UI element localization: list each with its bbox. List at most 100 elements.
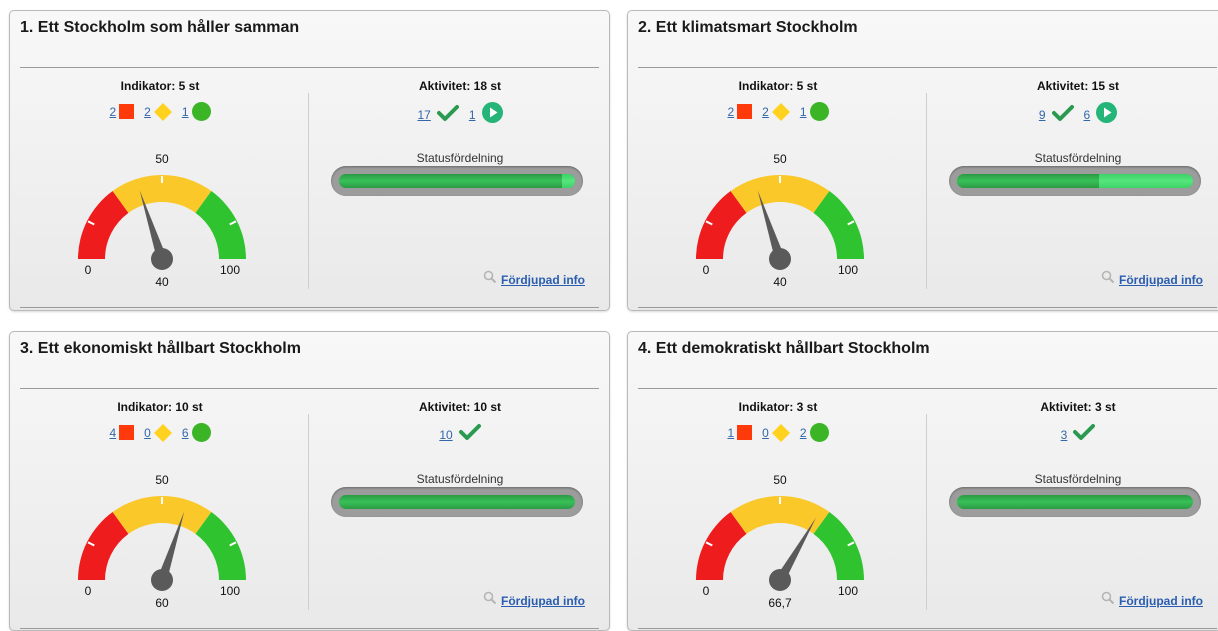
gauge-mid-label: 50: [155, 152, 169, 166]
gauge-value-label: 60: [155, 596, 169, 610]
red-square-icon: [119, 425, 135, 440]
panel-title: 3. Ett ekonomiskt hållbart Stockholm: [20, 340, 301, 357]
indicator-red-group: 2: [109, 104, 135, 119]
indicator-yellow-count-link[interactable]: 2: [762, 105, 769, 119]
indicator-green-count-link[interactable]: 6: [182, 426, 189, 440]
check-icon: [458, 423, 481, 446]
gauge-mid-label: 50: [773, 152, 787, 166]
activity-count-link[interactable]: 10: [439, 428, 452, 442]
activity-status-row: 96: [978, 102, 1178, 128]
status-distribution-bar: [331, 487, 583, 517]
gauge-value-label: 66,7: [768, 596, 792, 610]
goal-panel: 4. Ett demokratiskt hållbart Stockholm In…: [627, 331, 1218, 631]
activity-status-row: 17 1: [360, 102, 560, 128]
yellow-diamond-icon: [153, 423, 172, 442]
gauge-min-label: 0: [703, 584, 710, 598]
status-bar-track: [957, 174, 1193, 188]
more-info-link[interactable]: Fördjupad info: [1119, 273, 1203, 287]
status-distribution-label: Statusfördelning: [1034, 472, 1122, 486]
panel-title: 2. Ett klimatsmart Stockholm: [638, 19, 858, 36]
goal-panel: 3. Ett ekonomiskt hållbart Stockholm Indi…: [9, 331, 610, 631]
indicator-green-count-link[interactable]: 2: [800, 426, 807, 440]
panel-title: 4. Ett demokratiskt hållbart Stockholm: [638, 340, 930, 357]
score-gauge: 50 0 100 40: [696, 152, 864, 289]
goal-panel: 2. Ett klimatsmart Stockholm Indikator: 5…: [627, 10, 1218, 311]
indicator-yellow-count-link[interactable]: 0: [762, 426, 769, 440]
status-distribution-bar: [949, 166, 1201, 196]
gauge-hub: [769, 569, 791, 591]
status-done-segment: [339, 495, 575, 509]
activity-count-label: Aktivitet: 3 st: [1040, 400, 1116, 414]
activity-count-link[interactable]: 6: [1084, 108, 1091, 122]
check-icon: [1051, 104, 1074, 127]
divider: [638, 307, 1217, 308]
more-info-link-wrap: Fördjupad info: [1101, 270, 1203, 289]
activity-count-label: Aktivitet: 15 st: [1036, 79, 1120, 93]
indicator-green-group: 2: [800, 423, 829, 442]
indicator-yellow-group: 0: [144, 423, 172, 442]
check-icon: [436, 104, 459, 127]
indicator-yellow-count-link[interactable]: 0: [144, 426, 151, 440]
indicator-green-group: 1: [182, 102, 211, 121]
indicator-status-row: 2 2 1: [70, 102, 250, 121]
magnifier-icon: [1101, 591, 1115, 610]
indicator-red-count-link[interactable]: 1: [727, 426, 734, 440]
activity-count-link[interactable]: 9: [1039, 108, 1046, 122]
status-done-segment: [957, 495, 1193, 509]
divider: [20, 388, 599, 389]
indicator-yellow-group: 0: [762, 423, 790, 442]
panel-title: 1. Ett Stockholm som håller samman: [20, 19, 300, 36]
indicator-red-group: 1: [727, 425, 753, 440]
indicator-red-group: 4: [109, 425, 135, 440]
activity-count-link[interactable]: 1: [469, 108, 476, 122]
more-info-link-wrap: Fördjupad info: [483, 270, 585, 289]
status-distribution-bar: [331, 166, 583, 196]
indicator-red-count-link[interactable]: 2: [727, 105, 734, 119]
status-distribution-bar: [949, 487, 1201, 517]
activity-status-group: 17: [417, 104, 459, 127]
activity-count-link[interactable]: 17: [417, 108, 430, 122]
indicator-status-row: 4 0 6: [70, 423, 250, 442]
column-divider: [308, 414, 309, 610]
indicator-green-count-link[interactable]: 1: [800, 105, 807, 119]
status-distribution-label: Statusfördelning: [416, 151, 504, 165]
activity-count-link[interactable]: 3: [1061, 428, 1068, 442]
green-circle-icon: [809, 423, 829, 442]
indicator-green-count-link[interactable]: 1: [182, 105, 189, 119]
more-info-link[interactable]: Fördjupad info: [501, 273, 585, 287]
divider: [20, 628, 599, 629]
divider: [638, 628, 1217, 629]
more-info-link-wrap: Fördjupad info: [1101, 591, 1203, 610]
score-gauge: 50 0 100 60: [78, 473, 246, 610]
more-info-link-wrap: Fördjupad info: [483, 591, 585, 610]
gauge-value-label: 40: [773, 275, 787, 289]
more-info-link[interactable]: Fördjupad info: [501, 594, 585, 608]
activity-status-row: 3: [978, 423, 1178, 446]
gauge-min-label: 0: [85, 263, 92, 277]
goal-panel: 1. Ett Stockholm som håller samman Indika…: [9, 10, 610, 311]
gauge-hub: [769, 248, 791, 270]
gauge-hub: [151, 248, 173, 270]
column-divider: [926, 414, 927, 610]
score-gauge: 50 0 100 40: [78, 152, 246, 289]
green-circle-icon: [809, 102, 829, 121]
indicator-red-group: 2: [727, 104, 753, 119]
status-done-segment: [339, 174, 562, 188]
gauge-max-label: 100: [838, 584, 858, 598]
magnifier-icon: [483, 591, 497, 610]
gauge-max-label: 100: [220, 584, 240, 598]
more-info-link[interactable]: Fördjupad info: [1119, 594, 1203, 608]
indicator-red-count-link[interactable]: 2: [109, 105, 116, 119]
indicator-yellow-count-link[interactable]: 2: [144, 105, 151, 119]
activity-status-group: 3: [1061, 423, 1096, 446]
red-square-icon: [737, 104, 753, 119]
play-icon: [481, 102, 503, 128]
green-circle-icon: [191, 102, 211, 121]
magnifier-icon: [1101, 270, 1115, 289]
activity-status-group: 10: [439, 423, 481, 446]
indicator-red-count-link[interactable]: 4: [109, 426, 116, 440]
indicator-yellow-group: 2: [762, 102, 790, 121]
indicator-status-row: 1 0 2: [688, 423, 868, 442]
activity-count-label: Aktivitet: 18 st: [418, 79, 502, 93]
indicator-count-label: Indikator: 10 st: [117, 400, 203, 414]
